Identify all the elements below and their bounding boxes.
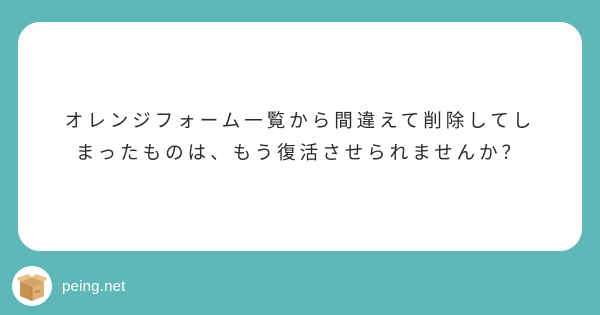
cardboard-box-icon: [12, 266, 52, 306]
question-text: オレンジフォーム一覧から間違えて削除してし まったものは、もう復活させられません…: [18, 106, 582, 170]
question-line-1: オレンジフォーム一覧から間違えて削除してし: [64, 110, 536, 132]
site-name: peing.net: [62, 277, 126, 295]
question-card: オレンジフォーム一覧から間違えて削除してし まったものは、もう復活させられません…: [18, 22, 582, 251]
question-line-2: まったものは、もう復活させられませんか？: [75, 142, 525, 164]
brand-footer: peing.net: [12, 266, 126, 306]
